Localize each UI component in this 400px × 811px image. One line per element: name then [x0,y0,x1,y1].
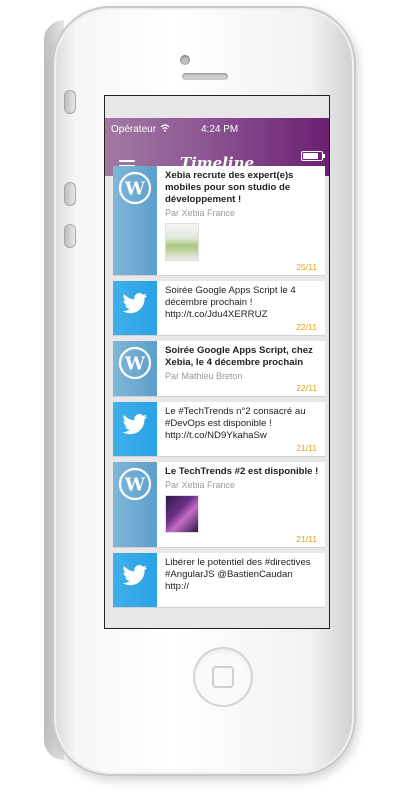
clock: 4:24 PM [201,124,239,135]
twitter-strip [113,553,157,607]
home-button[interactable] [193,647,253,707]
item-date: 25/11 [296,262,317,272]
svg-text:W: W [124,475,146,496]
mute-switch [64,90,76,114]
item-date: 21/11 [296,443,317,453]
camera-icon [180,55,190,65]
twitter-icon [119,408,151,440]
svg-text:W: W [124,179,146,200]
wordpress-icon: W [118,467,152,501]
wordpress-strip: W [113,166,157,275]
item-title: Le #TechTrends n°2 consacré au #DevOps e… [165,406,306,441]
timeline-feed: W Xebia recrute des expert(e)s mobiles po… [113,166,325,613]
twitter-strip [113,281,157,335]
item-date: 22/11 [296,383,317,393]
item-title: Le TechTrends #2 est disponible ! [165,466,319,477]
twitter-icon [119,559,151,591]
carrier-label: Opérateur [111,124,157,135]
item-author: Par Xebia France [165,480,236,490]
item-title: Soirée Google Apps Script, chez Xebia, l… [165,345,313,368]
volume-down-button [64,224,76,248]
list-item[interactable]: Soirée Google Apps Script le 4 décembre … [113,281,325,336]
wordpress-icon: W [118,171,152,205]
svg-text:W: W [124,354,146,375]
item-author: Par Mathieu Breton [165,371,243,381]
twitter-icon [119,287,151,319]
twitter-strip [113,402,157,456]
item-thumbnail[interactable] [165,495,199,533]
list-item[interactable]: W Xebia recrute des expert(e)s mobiles po… [113,166,325,276]
item-thumbnail[interactable] [165,223,199,261]
speaker-grille [182,73,228,80]
wordpress-strip: W [113,341,157,396]
wordpress-icon: W [118,346,152,380]
item-title: Libérer le potentiel des #directives #An… [165,557,311,592]
list-item[interactable]: W Le TechTrends #2 est disponible ! Par Xe… [113,462,325,548]
list-item[interactable]: Le #TechTrends n°2 consacré au #DevOps e… [113,402,325,457]
item-author: Par Xebia France [165,208,236,218]
item-title: Soirée Google Apps Script le 4 décembre … [165,285,296,320]
item-title: Xebia recrute des expert(e)s mobiles pou… [165,170,294,205]
volume-up-button [64,182,76,206]
list-item[interactable]: Libérer le potentiel des #directives #An… [113,553,325,608]
app-screen: Opérateur 4:24 PM Timeline W Xebia recrut… [104,95,330,629]
item-date: 21/11 [296,534,317,544]
wifi-icon [160,124,170,132]
list-item[interactable]: W Soirée Google Apps Script, chez Xebia, … [113,341,325,397]
wordpress-strip: W [113,462,157,547]
item-date: 22/11 [296,322,317,332]
